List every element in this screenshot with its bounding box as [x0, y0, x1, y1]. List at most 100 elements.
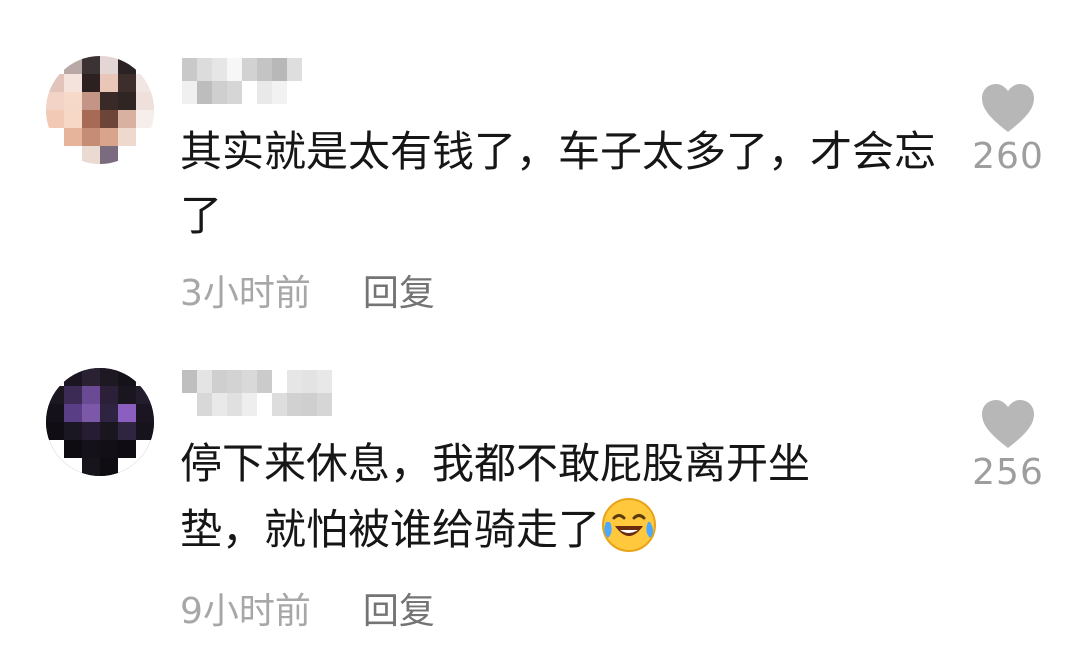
avatar-pixel [100, 386, 118, 404]
username-blurred[interactable] [182, 370, 332, 416]
avatar-pixel [136, 110, 154, 128]
username-pixel [212, 370, 227, 393]
username-pixel [257, 81, 272, 104]
avatar-pixel [46, 128, 64, 146]
avatar-pixel [118, 110, 136, 128]
avatar-pixel [46, 74, 64, 92]
username-pixel [212, 58, 227, 81]
avatar[interactable] [46, 368, 154, 476]
avatar-pixel [82, 110, 100, 128]
avatar-pixel [82, 422, 100, 440]
avatar-pixel [46, 422, 64, 440]
avatar-pixel [64, 404, 82, 422]
avatar-pixel [118, 56, 136, 74]
avatar[interactable] [46, 56, 154, 164]
avatar-pixel [82, 458, 100, 476]
avatar-pixel [64, 458, 82, 476]
username-pixel [272, 393, 287, 416]
avatar-pixel [46, 92, 64, 110]
like-button[interactable]: 260 [966, 82, 1050, 177]
username-pixel [317, 393, 332, 416]
avatar-pixel [64, 56, 82, 74]
comment-text: 停下来休息，我都不敢屁股离开坐垫，就怕被谁给骑走了 [180, 432, 880, 562]
reply-button[interactable]: 回复 [363, 264, 435, 316]
avatar-pixel [46, 458, 64, 476]
avatar-pixel [64, 422, 82, 440]
username-pixel [287, 58, 302, 81]
avatar-pixel [64, 74, 82, 92]
heart-icon[interactable] [980, 398, 1036, 450]
avatar-pixel [46, 386, 64, 404]
reply-button[interactable]: 回复 [363, 582, 435, 634]
username-pixel [197, 393, 212, 416]
comment-meta: 9小时前 回复 [180, 582, 435, 634]
laughing-crying-emoji-icon [602, 498, 657, 552]
username-pixel [212, 393, 227, 416]
username-pixel [287, 370, 302, 393]
avatar-pixel [118, 146, 136, 164]
avatar-pixel [82, 386, 100, 404]
avatar-pixel [118, 368, 136, 386]
avatar-pixel [46, 368, 64, 386]
avatar-pixel [136, 386, 154, 404]
username-pixel [182, 58, 197, 81]
username-pixel [197, 58, 212, 81]
username-pixel [182, 393, 197, 416]
heart-icon[interactable] [980, 82, 1036, 134]
avatar-pixel [118, 440, 136, 458]
avatar-pixel [136, 440, 154, 458]
username-pixel [302, 393, 317, 416]
avatar-pixel [100, 440, 118, 458]
avatar-pixel [46, 146, 64, 164]
username-pixel [197, 370, 212, 393]
username-pixel [182, 370, 197, 393]
avatar-pixel [118, 458, 136, 476]
avatar-pixel [136, 368, 154, 386]
avatar-pixel [46, 56, 64, 74]
avatar-pixel [118, 386, 136, 404]
avatar-pixel [64, 128, 82, 146]
avatar-pixel [64, 440, 82, 458]
avatar-pixel [46, 440, 64, 458]
username-pixel [257, 393, 272, 416]
avatar-pixel [82, 56, 100, 74]
username-pixel [242, 370, 257, 393]
like-button[interactable]: 256 [966, 398, 1050, 493]
username-pixel [287, 81, 302, 104]
avatar-pixel [82, 404, 100, 422]
avatar-pixel [82, 146, 100, 164]
username-pixel [272, 81, 287, 104]
username-blurred[interactable] [182, 58, 302, 104]
like-count: 260 [972, 136, 1044, 177]
username-pixel [227, 393, 242, 416]
avatar-pixel [100, 404, 118, 422]
avatar-pixel [46, 110, 64, 128]
username-pixel [272, 58, 287, 81]
avatar-pixel [64, 92, 82, 110]
username-pixel [242, 393, 257, 416]
avatar-pixel [136, 74, 154, 92]
comment-time: 9小时前 [180, 591, 311, 632]
avatar-pixel [100, 92, 118, 110]
avatar-pixel [118, 422, 136, 440]
comment-text-content: 停下来休息，我都不敢屁股离开坐垫，就怕被谁给骑走了 [180, 439, 811, 554]
avatar-pixel [118, 128, 136, 146]
avatar-pixel [64, 368, 82, 386]
username-pixel [272, 370, 287, 393]
avatar-pixel [46, 404, 64, 422]
avatar-pixel [100, 56, 118, 74]
username-pixel [317, 370, 332, 393]
username-pixel [257, 370, 272, 393]
avatar-pixel [118, 404, 136, 422]
avatar-pixel [82, 92, 100, 110]
avatar-pixel [82, 128, 100, 146]
username-pixel [182, 81, 197, 104]
avatar-pixel [136, 146, 154, 164]
username-pixel [242, 58, 257, 81]
avatar-pixel [136, 92, 154, 110]
username-pixel [302, 370, 317, 393]
username-pixel [227, 81, 242, 104]
avatar-pixel [136, 404, 154, 422]
avatar-pixel [136, 422, 154, 440]
avatar-pixel [136, 128, 154, 146]
